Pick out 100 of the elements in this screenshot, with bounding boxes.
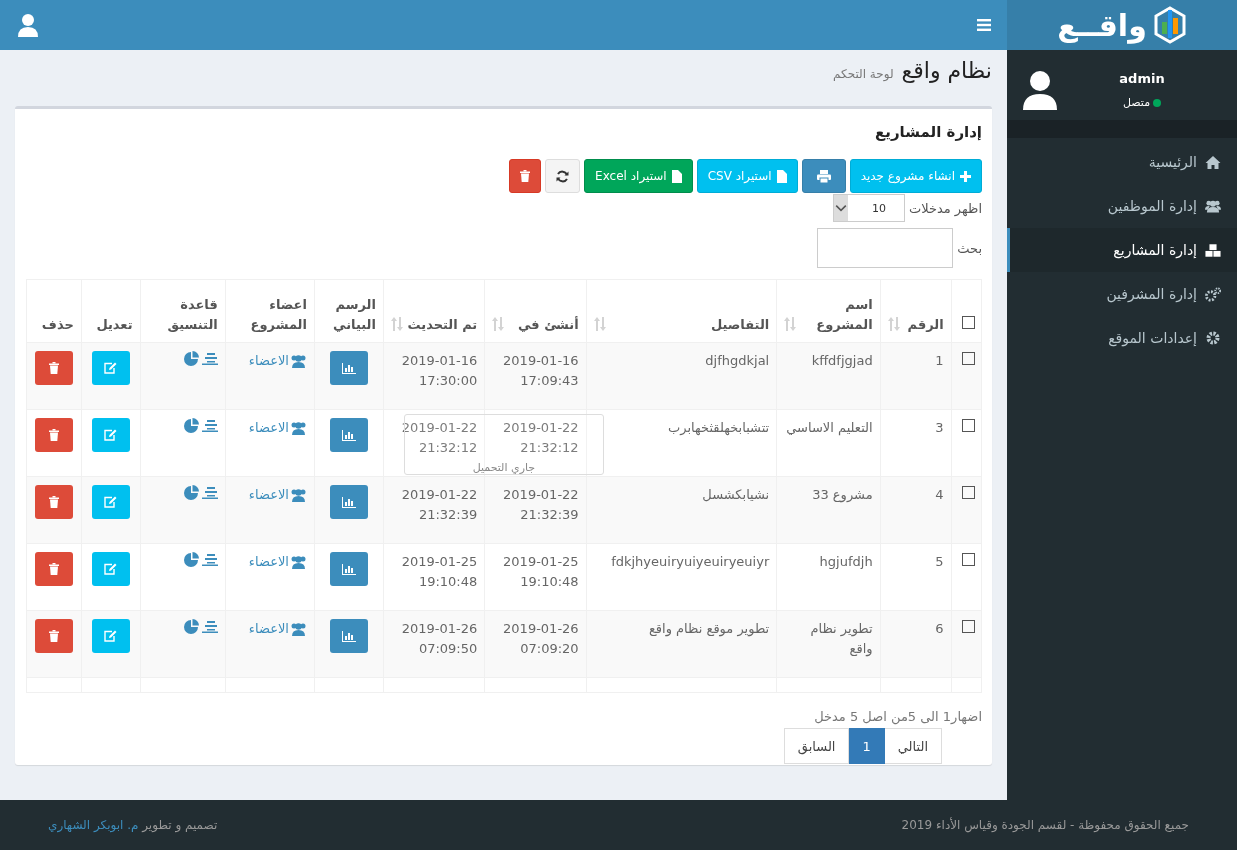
copyright-text: جميع الحقوق محفوظة - لقسم الجودة وقياس الأداء 2019 — [901, 818, 1189, 832]
edit-icon — [104, 362, 118, 374]
sidebar-item[interactable]: إدارة الموظفين — [1007, 184, 1237, 228]
sidebar-item[interactable]: إعدادات الموقع — [1007, 316, 1237, 360]
edit-icon — [104, 496, 118, 508]
print-button[interactable] — [801, 159, 846, 193]
table-cell: 2019-01-22 21:32:12 — [401, 420, 478, 455]
chart-button[interactable] — [329, 351, 368, 385]
table-cell: 2019-01-22 21:32:39 — [401, 487, 478, 522]
trash-icon — [48, 362, 59, 374]
column-header: قاعدة التنسيق — [166, 296, 218, 334]
delete-button[interactable] — [509, 159, 542, 193]
users-icon — [289, 420, 307, 435]
table-cell: 2019-01-26 07:09:50 — [401, 621, 478, 656]
column-header: الرقم — [907, 315, 944, 334]
members-link[interactable]: الاعضاء — [248, 619, 307, 639]
menu-icon[interactable] — [977, 19, 991, 31]
user-name: admin — [1119, 71, 1165, 86]
list-icon[interactable] — [201, 620, 218, 633]
import-excel-button[interactable]: استيراد Excel — [584, 159, 693, 193]
table-cell: تطوير نظام واقع — [810, 621, 873, 656]
list-icon[interactable] — [201, 486, 218, 499]
table-cell: 2019-01-22 21:32:39 — [503, 487, 579, 522]
logo-icon — [1152, 6, 1187, 44]
chart-button[interactable] — [329, 552, 368, 586]
page-button[interactable]: التالي — [883, 728, 942, 764]
bar-chart-icon — [341, 429, 356, 441]
users-icon — [1205, 199, 1221, 213]
table-cell: نشيابكشسل — [702, 487, 770, 502]
file-icon — [776, 169, 787, 183]
row-checkbox[interactable] — [962, 486, 975, 499]
delete-row-button[interactable] — [34, 351, 73, 385]
edit-button[interactable] — [91, 351, 130, 385]
column-header: أنشئ في — [517, 315, 579, 334]
members-link[interactable]: الاعضاء — [248, 485, 307, 505]
users-icon — [289, 487, 307, 502]
pie-chart-icon[interactable] — [183, 351, 199, 366]
pie-chart-icon[interactable] — [183, 418, 199, 433]
list-icon[interactable] — [201, 352, 218, 365]
caret-icon — [833, 195, 848, 221]
gears-icon — [1205, 286, 1221, 302]
delete-row-button[interactable] — [34, 418, 73, 452]
credit-text: تصميم و تطوير م. ابوبكر الشهاري — [48, 818, 218, 832]
status-text: متصل — [1122, 96, 1151, 109]
page-button[interactable]: 1 — [848, 728, 885, 764]
table-cell: fdkjhyeuiryuiyeuiryeuiyr — [611, 554, 770, 569]
delete-row-button[interactable] — [34, 552, 73, 586]
avatar-icon — [1023, 70, 1057, 110]
page-button[interactable]: السابق — [783, 728, 850, 764]
sidebar-item[interactable]: إدارة المشاريع — [1007, 228, 1237, 272]
bar-chart-icon — [341, 496, 356, 508]
chart-button[interactable] — [329, 619, 368, 653]
refresh-button[interactable] — [545, 159, 581, 193]
cubes-icon — [1205, 242, 1221, 258]
breadcrumb-text: لوحة التحكم — [833, 67, 894, 81]
column-header: اعضاء المشروع — [249, 296, 307, 334]
edit-button[interactable] — [91, 619, 130, 653]
chart-button[interactable] — [329, 485, 368, 519]
table-cell: 3 — [935, 420, 944, 435]
bar-chart-icon — [341, 362, 356, 374]
table-cell: 5 — [935, 554, 944, 569]
sidebar-item[interactable]: الرئيسية — [1007, 140, 1237, 184]
select-all-checkbox[interactable] — [962, 315, 975, 329]
page-size-select[interactable]: 10 — [832, 194, 905, 222]
chart-button[interactable] — [329, 418, 368, 452]
printer-icon — [816, 169, 831, 183]
bar-chart-icon — [341, 630, 356, 642]
table-cell: مشروع 33 — [812, 487, 873, 502]
delete-row-button[interactable] — [34, 485, 73, 519]
pie-chart-icon[interactable] — [183, 619, 199, 634]
row-checkbox[interactable] — [962, 419, 975, 432]
delete-row-button[interactable] — [34, 619, 73, 653]
members-link[interactable]: الاعضاء — [248, 552, 307, 572]
table-cell: 2019-01-16 17:09:43 — [503, 353, 579, 388]
user-icon[interactable] — [18, 13, 38, 37]
list-icon[interactable] — [201, 419, 218, 432]
members-link[interactable]: الاعضاء — [248, 351, 307, 371]
page-size-label: اظهر مدخلات — [908, 200, 982, 216]
row-checkbox[interactable] — [962, 553, 975, 566]
row-checkbox[interactable] — [962, 352, 975, 365]
edit-button[interactable] — [91, 552, 130, 586]
author-link[interactable]: م. ابوبكر الشهاري — [48, 818, 139, 832]
pie-chart-icon[interactable] — [183, 552, 199, 567]
table-cell: 2019-01-25 19:10:48 — [503, 554, 579, 589]
loading-text: جاري التحميل — [472, 462, 536, 474]
sidebar-item[interactable]: إدارة المشرفين — [1007, 272, 1237, 316]
list-icon[interactable] — [201, 553, 218, 566]
pie-chart-icon[interactable] — [183, 485, 199, 500]
search-label: بحث — [957, 240, 982, 256]
column-header: حذف — [41, 315, 74, 334]
column-header: تم التحديث — [407, 315, 478, 334]
plus-icon — [960, 170, 971, 182]
edit-button[interactable] — [91, 485, 130, 519]
table-cell: djfhgdkjal — [705, 353, 770, 368]
home-icon — [1205, 155, 1221, 169]
search-field[interactable] — [817, 228, 954, 268]
members-link[interactable]: الاعضاء — [248, 418, 307, 438]
column-header: التفاصيل — [710, 315, 770, 334]
row-checkbox[interactable] — [962, 620, 975, 633]
edit-button[interactable] — [91, 418, 130, 452]
